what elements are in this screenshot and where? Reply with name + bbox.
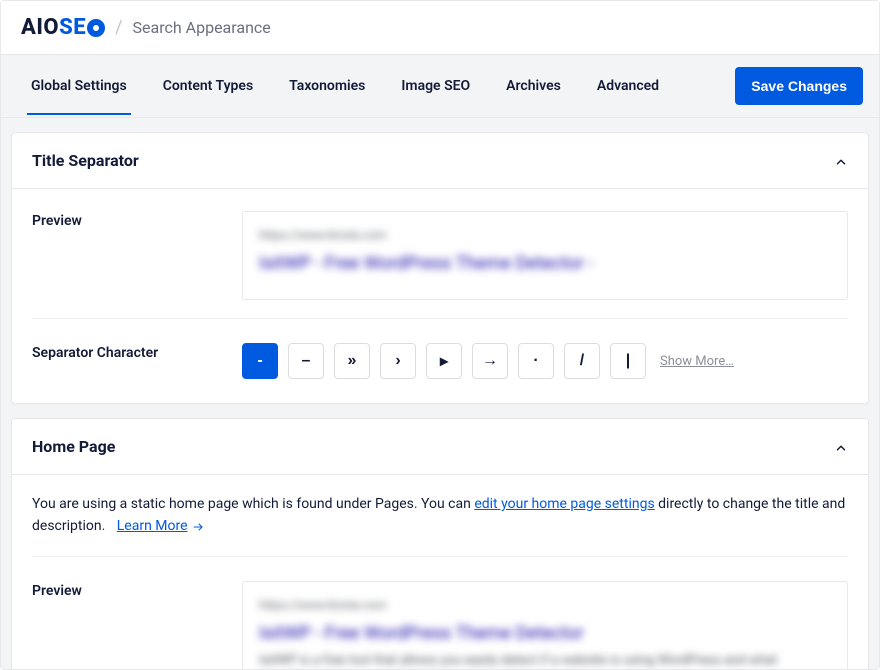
preview-label: Preview xyxy=(32,581,242,599)
chevron-up-icon xyxy=(834,440,848,454)
card-header[interactable]: Title Separator xyxy=(12,133,868,189)
separator-raquo[interactable]: » xyxy=(334,343,370,379)
divider xyxy=(32,556,848,557)
serp-preview: https://www.kinsta.com IsitWP - Free Wor… xyxy=(242,211,848,300)
preview-title: IsitWP - Free WordPress Theme Detector xyxy=(259,620,831,647)
separator-dash[interactable]: - xyxy=(242,343,278,379)
card-header[interactable]: Home Page xyxy=(12,419,868,475)
separator-options: - – » › ▸ → · / | Show More… xyxy=(242,343,848,379)
page-title: Search Appearance xyxy=(133,18,271,37)
separator-triangle[interactable]: ▸ xyxy=(426,343,462,379)
brand-aio: AIO xyxy=(21,15,59,40)
separator-endash[interactable]: – xyxy=(288,343,324,379)
preview-description: IsitWP is a free tool that allows you ea… xyxy=(259,651,831,669)
app-header: AIOSE / Search Appearance xyxy=(1,1,879,54)
card-home-page: Home Page You are using a static home pa… xyxy=(11,418,869,669)
show-more-link[interactable]: Show More… xyxy=(660,354,734,369)
card-title: Home Page xyxy=(32,437,115,456)
separator-rsaquo[interactable]: › xyxy=(380,343,416,379)
preview-label: Preview xyxy=(32,211,242,229)
learn-more-link[interactable]: Learn More xyxy=(117,515,204,537)
tabs-bar: Global Settings Content Types Taxonomies… xyxy=(1,54,879,118)
home-page-notice: You are using a static home page which i… xyxy=(32,493,848,556)
edit-home-page-link[interactable]: edit your home page settings xyxy=(474,496,654,512)
breadcrumb-separator: / xyxy=(115,17,122,38)
tab-content-types[interactable]: Content Types xyxy=(159,57,257,115)
notice-text-before: You are using a static home page which i… xyxy=(32,496,474,512)
tab-taxonomies[interactable]: Taxonomies xyxy=(285,57,369,115)
card-title-separator: Title Separator Preview https://www.kins… xyxy=(11,132,869,404)
divider xyxy=(32,318,848,319)
separator-bullet[interactable]: · xyxy=(518,343,554,379)
arrow-right-icon xyxy=(192,521,204,533)
tabs: Global Settings Content Types Taxonomies… xyxy=(11,57,663,115)
chevron-up-icon xyxy=(834,154,848,168)
card-title: Title Separator xyxy=(32,151,139,170)
brand-seo: SE xyxy=(59,15,86,40)
tab-global-settings[interactable]: Global Settings xyxy=(27,57,131,115)
save-button[interactable]: Save Changes xyxy=(735,67,863,105)
tab-archives[interactable]: Archives xyxy=(502,57,565,115)
tab-advanced[interactable]: Advanced xyxy=(593,57,663,115)
main-body: Title Separator Preview https://www.kins… xyxy=(1,118,879,669)
separator-arrow[interactable]: → xyxy=(472,343,508,379)
brand-logo: AIOSE xyxy=(21,15,105,40)
preview-title: IsitWP - Free WordPress Theme Detector - xyxy=(259,250,831,277)
serp-preview: https://www.kinsta.com IsitWP - Free Wor… xyxy=(242,581,848,669)
separator-slash[interactable]: / xyxy=(564,343,600,379)
preview-url: https://www.kinsta.com xyxy=(259,596,831,614)
separator-pipe[interactable]: | xyxy=(610,343,646,379)
tab-image-seo[interactable]: Image SEO xyxy=(397,57,474,115)
preview-url: https://www.kinsta.com xyxy=(259,226,831,244)
gear-icon xyxy=(87,19,105,37)
separator-label: Separator Character xyxy=(32,343,242,361)
learn-more-text: Learn More xyxy=(117,515,188,537)
